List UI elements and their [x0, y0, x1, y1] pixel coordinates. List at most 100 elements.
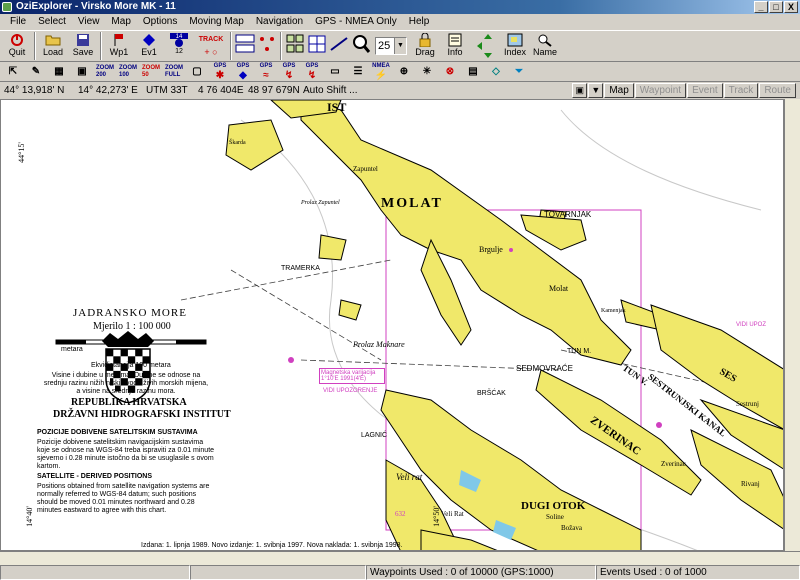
zoom-100-button[interactable]: ZOOM 100: [117, 63, 139, 81]
menu-map[interactable]: Map: [105, 14, 136, 30]
map-image-icon[interactable]: ▣: [572, 83, 588, 98]
tool-window2-icon[interactable]: ▤: [462, 63, 484, 81]
gps-button-4[interactable]: GPS ↯: [278, 63, 300, 81]
close-button[interactable]: X: [784, 1, 798, 13]
index-map-icon: [506, 32, 524, 47]
save-button[interactable]: Save: [68, 31, 98, 61]
tool-monitor-icon[interactable]: ▭: [324, 63, 346, 81]
contour-interval: Ekvidistancija 100 metara: [91, 362, 171, 369]
status-empty: [0, 565, 190, 580]
line-icon: [330, 37, 348, 51]
floppy-icon: [74, 32, 92, 47]
gps-button-1[interactable]: GPS ✱: [209, 63, 231, 81]
label-lagnic: LAGNIĆ: [361, 432, 388, 439]
label-sestrunj: Sestrunj: [736, 400, 759, 408]
ev1-button[interactable]: Ev1: [134, 31, 164, 61]
chevron-down-icon[interactable]: ▼: [394, 38, 406, 54]
zoom-full-button[interactable]: ZOOM FULL: [163, 63, 185, 81]
tool-diamond-icon[interactable]: ◇: [485, 63, 507, 81]
tool-map-icon[interactable]: ▦: [48, 63, 70, 81]
quit-button[interactable]: Quit: [2, 31, 32, 61]
layer-tool-2[interactable]: [306, 32, 328, 60]
menu-file[interactable]: File: [4, 14, 32, 30]
menu-moving-map[interactable]: Moving Map: [183, 14, 249, 30]
tool-pencil-icon[interactable]: ✎: [25, 63, 47, 81]
waypoint-flag-icon: [110, 32, 128, 47]
badge-buttons[interactable]: 14 12: [164, 31, 194, 61]
ozi-explorer-window: OziExplorer - Virsko More MK - 11 _ □ X …: [0, 0, 800, 580]
lat-label: 44°15': [16, 142, 26, 163]
menu-help[interactable]: Help: [403, 14, 436, 30]
title-bar[interactable]: OziExplorer - Virsko More MK - 11 _ □ X: [0, 0, 800, 14]
mode-map-button[interactable]: Map: [604, 83, 634, 98]
wp1-button[interactable]: Wp1: [104, 31, 134, 61]
layers-icon: [286, 34, 304, 53]
tool-window-icon[interactable]: ▣: [71, 63, 93, 81]
sea-name: JADRANSKO MORE: [73, 307, 187, 319]
badge-12: 12: [175, 48, 183, 55]
lock-icon: [416, 32, 434, 47]
tool-star-icon[interactable]: ✳: [416, 63, 438, 81]
zoom-select[interactable]: 25 ▼: [375, 37, 407, 55]
tool-filter-icon[interactable]: ⏷: [508, 63, 530, 81]
zoom-50-button[interactable]: ZOOM 50: [140, 63, 162, 81]
label-prolaz-maknare: Prolaz Maknare: [353, 340, 405, 349]
layer-tool-1[interactable]: [284, 32, 306, 60]
tool-select-icon[interactable]: ⇱: [2, 63, 24, 81]
load-button[interactable]: Load: [38, 31, 68, 61]
name-search-icon: [536, 32, 554, 47]
menu-view[interactable]: View: [72, 14, 106, 30]
label-bozava: Božava: [561, 524, 582, 532]
gps-button-5[interactable]: GPS ↯: [301, 63, 323, 81]
gps-button-3[interactable]: GPS ≈: [255, 63, 277, 81]
label-rivanj: Rivanj: [741, 480, 760, 488]
folder-icon: [44, 32, 62, 47]
menu-navigation[interactable]: Navigation: [250, 14, 309, 30]
menu-gps-nmea[interactable]: GPS - NMEA Only: [309, 14, 403, 30]
status-bar: Waypoints Used : 0 of 10000 (GPS:1000) E…: [0, 565, 800, 580]
label-brscak: BRŠĆAK: [477, 390, 506, 397]
index-button[interactable]: Index: [500, 31, 530, 61]
track-button[interactable]: TRACK + ○: [194, 31, 228, 61]
label-brgulje: Brgulje: [479, 245, 503, 254]
label-zverinac-village: Zverinac: [661, 460, 686, 468]
name-button[interactable]: Name: [530, 31, 560, 61]
route-tool-2[interactable]: [256, 32, 278, 60]
tool-square-icon[interactable]: ▢: [186, 63, 208, 81]
mode-route-button[interactable]: Route: [759, 83, 796, 98]
label-sedmovrace: SEDMOVRAĆE: [516, 364, 573, 373]
tool-crosshair-icon[interactable]: ⊕: [393, 63, 415, 81]
tool-stop-icon[interactable]: ⊗: [439, 63, 461, 81]
mode-event-button[interactable]: Event: [687, 83, 723, 98]
pan-button[interactable]: [470, 31, 500, 61]
mode-waypoint-button[interactable]: Waypoint: [634, 83, 687, 98]
publisher-institute: DRŽAVNI HIDROGRAFSKI INSTITUT: [53, 409, 231, 420]
label-veli-rat-village: Veli Rat: [441, 510, 464, 518]
magnify-button[interactable]: [350, 32, 372, 60]
info-button[interactable]: Info: [440, 31, 470, 61]
menu-options[interactable]: Options: [137, 14, 183, 30]
main-toolbar: Quit Load Save Wp1 Ev1 14 12 TRACK + ○ 2…: [0, 30, 800, 62]
tool-checklist-icon[interactable]: ☰: [347, 63, 369, 81]
horizontal-scrollbar[interactable]: [0, 551, 800, 565]
nmea-button[interactable]: NMEA ⚡: [370, 63, 392, 81]
vertical-scrollbar[interactable]: [784, 99, 800, 551]
nautical-chart-view[interactable]: JADRANSKO MORE Mjerilo 1 : 100 000 metar…: [0, 99, 784, 551]
info-icon: [446, 32, 464, 47]
route-tool-1[interactable]: [234, 32, 256, 60]
mode-track-button[interactable]: Track: [723, 83, 759, 98]
pan-arrows-icon: [476, 32, 494, 60]
lon-label-1440: 14°40': [24, 506, 34, 527]
menu-select[interactable]: Select: [32, 14, 72, 30]
maximize-button[interactable]: □: [769, 1, 783, 13]
track-plus-icon: + ○: [204, 47, 218, 57]
utm-easting: 4 76 404E: [198, 85, 244, 96]
drag-button[interactable]: Drag: [410, 31, 440, 61]
zoom-200-button[interactable]: ZOOM 200: [94, 63, 116, 81]
save-map-icon[interactable]: ▼: [588, 83, 604, 98]
minimize-button[interactable]: _: [754, 1, 768, 13]
edition-footer: Izdana: 1. lipnja 1989. Novo izdanje: 1.…: [141, 542, 403, 549]
gps-button-2[interactable]: GPS ◆: [232, 63, 254, 81]
layer-tool-3[interactable]: [328, 32, 350, 60]
longitude-readout: 14° 42,273' E: [78, 85, 138, 96]
